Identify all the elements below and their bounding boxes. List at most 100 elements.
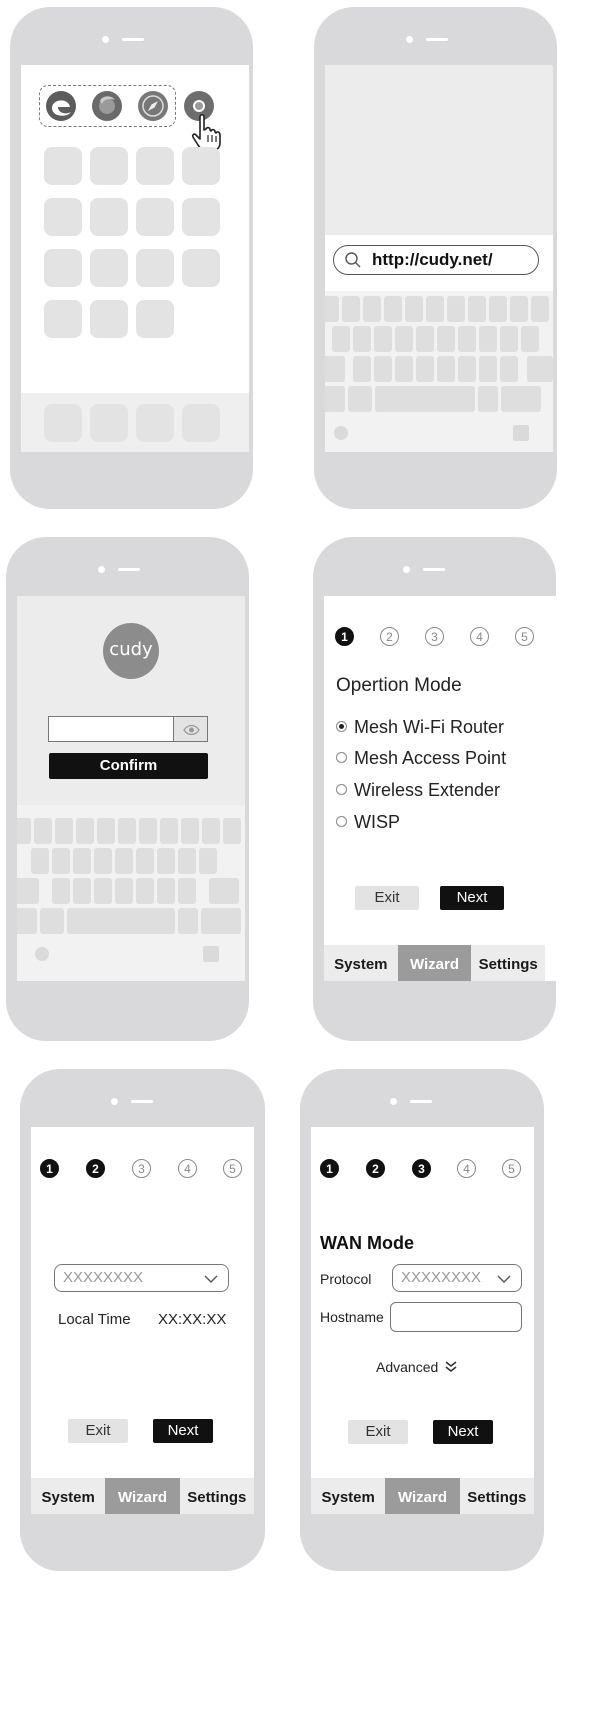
app-tile[interactable] bbox=[90, 198, 128, 236]
keyboard-key[interactable] bbox=[223, 818, 241, 844]
keyboard-key[interactable] bbox=[468, 296, 486, 322]
app-tile[interactable] bbox=[136, 147, 174, 185]
globe-key[interactable] bbox=[35, 947, 49, 961]
option-wireless-extender[interactable]: Wireless Extender bbox=[336, 780, 500, 801]
keyboard-key[interactable] bbox=[76, 818, 94, 844]
return-key[interactable] bbox=[201, 908, 241, 934]
keyboard-key[interactable] bbox=[181, 818, 199, 844]
app-tile[interactable] bbox=[44, 300, 82, 338]
app-tile[interactable] bbox=[90, 249, 128, 287]
keyboard-key[interactable] bbox=[479, 356, 497, 382]
tab-wizard[interactable]: Wizard bbox=[385, 1478, 460, 1514]
app-tile[interactable] bbox=[136, 249, 174, 287]
timezone-select[interactable]: XXXXXXXX bbox=[54, 1264, 229, 1292]
keyboard-key[interactable] bbox=[178, 848, 196, 874]
space-key[interactable] bbox=[375, 386, 475, 412]
app-tile[interactable] bbox=[44, 198, 82, 236]
keyboard-key[interactable] bbox=[374, 356, 392, 382]
keyboard-key[interactable] bbox=[405, 296, 423, 322]
option-wisp[interactable]: WISP bbox=[336, 812, 400, 833]
keyboard-key[interactable] bbox=[478, 386, 498, 412]
url-bar[interactable]: http://cudy.net/ bbox=[333, 245, 539, 275]
return-key[interactable] bbox=[501, 386, 541, 412]
hostname-input[interactable] bbox=[390, 1302, 522, 1332]
keyboard-key[interactable] bbox=[115, 848, 133, 874]
keyboard-key[interactable] bbox=[384, 296, 402, 322]
keyboard-key[interactable] bbox=[353, 356, 371, 382]
keyboard-key[interactable] bbox=[94, 848, 112, 874]
keyboard-key[interactable] bbox=[363, 296, 381, 322]
keyboard-key[interactable] bbox=[348, 386, 372, 412]
keyboard-key[interactable] bbox=[34, 818, 52, 844]
keyboard-key[interactable] bbox=[479, 326, 497, 352]
keyboard-key[interactable] bbox=[118, 818, 136, 844]
keyboard-key[interactable] bbox=[342, 296, 360, 322]
keyboard-key[interactable] bbox=[94, 878, 112, 904]
keyboard-key[interactable] bbox=[73, 848, 91, 874]
safari-icon[interactable] bbox=[138, 91, 168, 121]
tab-settings[interactable]: Settings bbox=[471, 945, 545, 981]
tab-system[interactable]: System bbox=[324, 945, 398, 981]
keyboard-key[interactable] bbox=[199, 848, 217, 874]
keyboard-key[interactable] bbox=[437, 326, 455, 352]
keyboard-key[interactable] bbox=[531, 296, 549, 322]
firefox-icon[interactable] bbox=[92, 91, 122, 121]
exit-button[interactable]: Exit bbox=[348, 1420, 408, 1444]
keyboard-key[interactable] bbox=[178, 878, 196, 904]
keyboard-key[interactable] bbox=[55, 818, 73, 844]
keyboard-key[interactable] bbox=[500, 356, 518, 382]
keyboard-key[interactable] bbox=[136, 848, 154, 874]
app-tile[interactable] bbox=[182, 249, 220, 287]
next-button[interactable]: Next bbox=[433, 1420, 493, 1444]
tab-wizard[interactable]: Wizard bbox=[105, 1478, 180, 1514]
keyboard-key[interactable] bbox=[395, 326, 413, 352]
backspace-key[interactable] bbox=[209, 878, 239, 904]
dock-app-tile[interactable] bbox=[182, 404, 220, 442]
keyboard-key[interactable] bbox=[500, 326, 518, 352]
next-button[interactable]: Next bbox=[440, 886, 504, 910]
keyboard-key[interactable] bbox=[136, 878, 154, 904]
app-tile[interactable] bbox=[136, 198, 174, 236]
keyboard-key[interactable] bbox=[437, 356, 455, 382]
keyboard-key[interactable] bbox=[157, 848, 175, 874]
keyboard-key[interactable] bbox=[447, 296, 465, 322]
tab-system[interactable]: System bbox=[311, 1478, 385, 1514]
protocol-select[interactable]: XXXXXXXX bbox=[392, 1264, 522, 1292]
keyboard-key[interactable] bbox=[17, 908, 37, 934]
show-password-button[interactable] bbox=[173, 716, 208, 742]
keyboard-key[interactable] bbox=[332, 326, 350, 352]
globe-key[interactable] bbox=[334, 426, 348, 440]
dock-app-tile[interactable] bbox=[44, 404, 82, 442]
keyboard-key[interactable] bbox=[416, 326, 434, 352]
option-mesh-access-point[interactable]: Mesh Access Point bbox=[336, 748, 506, 769]
keyboard-key[interactable] bbox=[115, 878, 133, 904]
next-button[interactable]: Next bbox=[153, 1419, 213, 1443]
keyboard-key[interactable] bbox=[52, 848, 70, 874]
keyboard-key[interactable] bbox=[157, 878, 175, 904]
keyboard-key[interactable] bbox=[426, 296, 444, 322]
dictation-key[interactable] bbox=[513, 425, 529, 441]
keyboard-key[interactable] bbox=[458, 356, 476, 382]
keyboard-key[interactable] bbox=[374, 326, 392, 352]
dock-app-tile[interactable] bbox=[90, 404, 128, 442]
keyboard-key[interactable] bbox=[40, 908, 64, 934]
tab-system[interactable]: System bbox=[31, 1478, 105, 1514]
keyboard-key[interactable] bbox=[325, 386, 345, 412]
app-tile[interactable] bbox=[44, 147, 82, 185]
shift-key[interactable] bbox=[325, 356, 345, 382]
password-field[interactable] bbox=[48, 716, 173, 742]
exit-button[interactable]: Exit bbox=[68, 1419, 128, 1443]
keyboard-key[interactable] bbox=[97, 818, 115, 844]
dictation-key[interactable] bbox=[203, 946, 219, 962]
space-key[interactable] bbox=[67, 908, 175, 934]
advanced-toggle[interactable]: Advanced bbox=[376, 1359, 457, 1375]
keyboard-key[interactable] bbox=[489, 296, 507, 322]
edge-icon[interactable] bbox=[46, 91, 76, 121]
keyboard-key[interactable] bbox=[73, 878, 91, 904]
keyboard-key[interactable] bbox=[202, 818, 220, 844]
keyboard-key[interactable] bbox=[178, 908, 198, 934]
tab-wizard[interactable]: Wizard bbox=[397, 945, 472, 981]
app-tile[interactable] bbox=[182, 147, 220, 185]
app-tile[interactable] bbox=[136, 300, 174, 338]
keyboard-key[interactable] bbox=[510, 296, 528, 322]
